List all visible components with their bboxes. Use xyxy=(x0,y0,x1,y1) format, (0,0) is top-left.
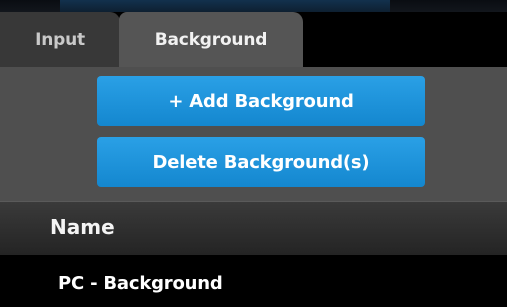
table-row[interactable]: PC - Background xyxy=(0,255,507,307)
background-manager-window: Input Background + Add Background Delete… xyxy=(0,0,507,307)
top-strip xyxy=(0,0,507,12)
tab-background-label: Background xyxy=(154,29,268,50)
add-background-label: + Add Background xyxy=(168,90,354,112)
delete-backgrounds-button[interactable]: Delete Background(s) xyxy=(97,137,425,187)
delete-backgrounds-label: Delete Background(s) xyxy=(152,151,370,173)
tab-bar: Input Background xyxy=(0,12,507,67)
background-actions-panel: + Add Background Delete Background(s) xyxy=(0,67,507,201)
tab-input[interactable]: Input xyxy=(0,12,120,67)
tab-background[interactable]: Background xyxy=(119,12,303,67)
row-name: PC - Background xyxy=(58,273,223,294)
column-header-name[interactable]: Name xyxy=(50,215,115,239)
add-background-button[interactable]: + Add Background xyxy=(97,76,425,126)
table-header[interactable]: Name xyxy=(0,201,507,255)
tab-input-label: Input xyxy=(35,29,85,50)
top-strip-accent xyxy=(60,0,390,12)
